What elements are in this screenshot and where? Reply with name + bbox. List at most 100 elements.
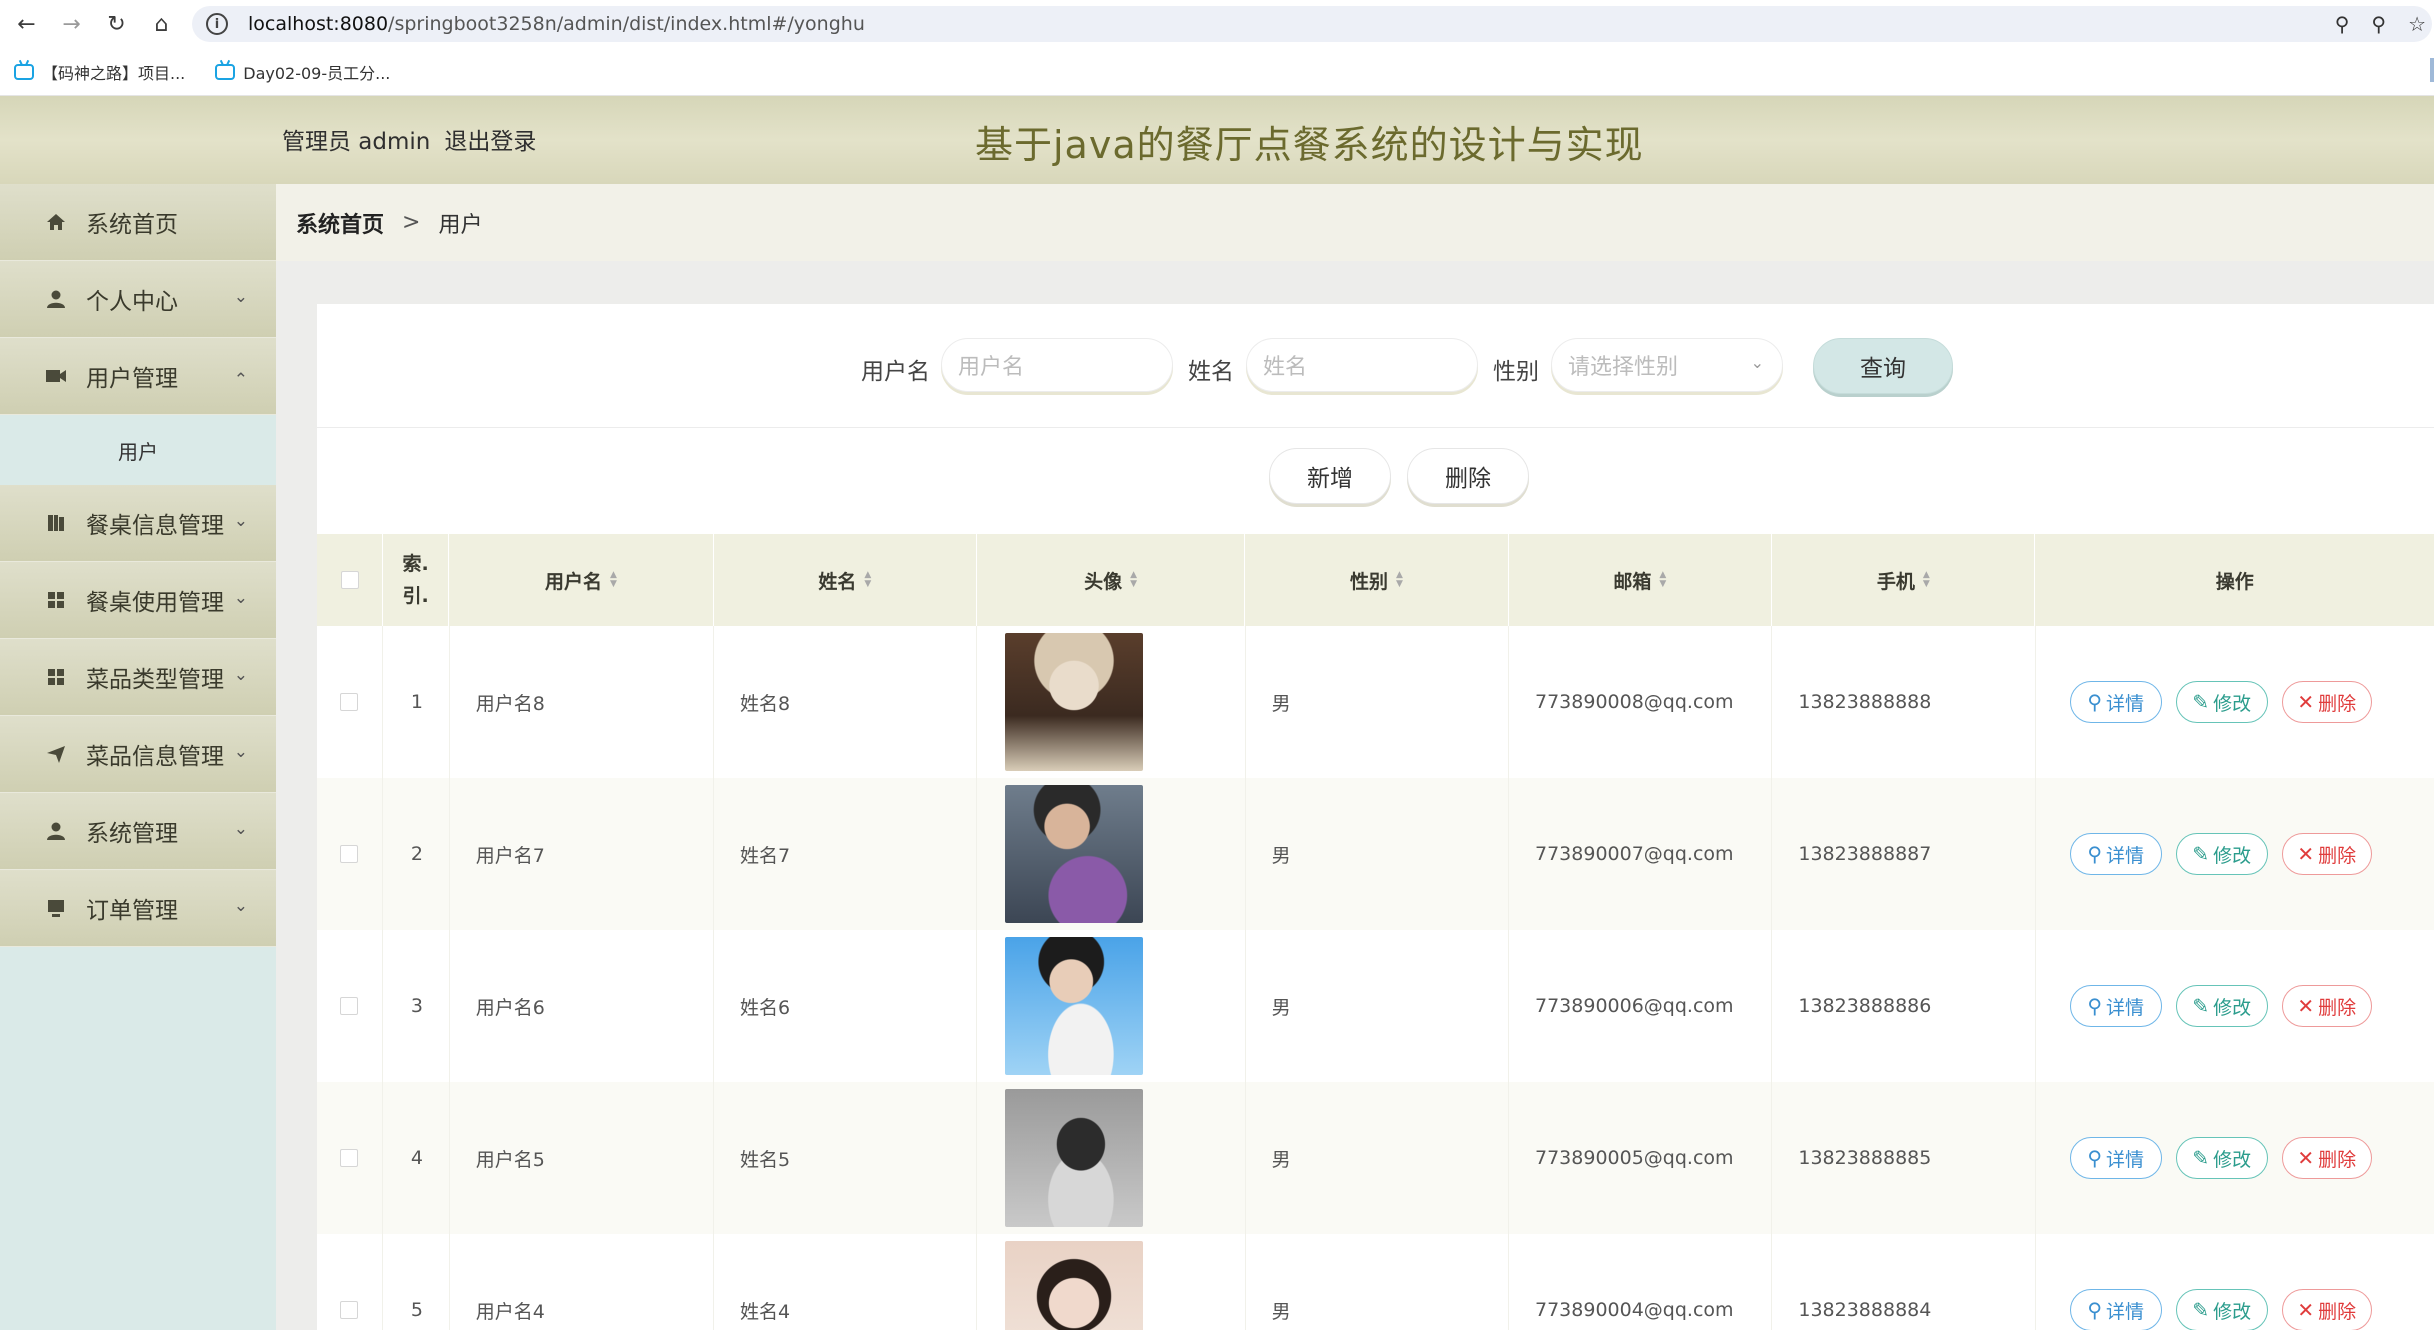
sidebar-item-home[interactable]: 系统首页 bbox=[0, 184, 276, 261]
sort-icon[interactable]: ▲ ▼ bbox=[610, 571, 617, 589]
key-icon[interactable]: ⚲ bbox=[2335, 12, 2350, 36]
edit-button[interactable]: ✎ 修改 bbox=[2175, 833, 2268, 875]
home-browser-icon[interactable]: ⌂ bbox=[139, 0, 184, 48]
sidebar-item-system[interactable]: 系统管理 ⌄ bbox=[0, 793, 276, 870]
cell-name: 姓名5 bbox=[714, 1082, 978, 1234]
back-icon[interactable]: ← bbox=[4, 0, 49, 48]
cell-gender: 男 bbox=[1246, 1234, 1509, 1330]
gender-select-placeholder: 请选择性别 bbox=[1568, 355, 1679, 380]
sidebar-item-users[interactable]: 用户管理 ⌃ bbox=[0, 338, 276, 415]
row-checkbox[interactable] bbox=[340, 1149, 359, 1167]
select-all-checkbox[interactable] bbox=[340, 571, 359, 589]
edit-button[interactable]: ✎ 修改 bbox=[2175, 985, 2268, 1027]
row-delete-button[interactable]: ✕ 删除 bbox=[2281, 681, 2372, 723]
sidebar-item-orders[interactable]: 订单管理 ⌄ bbox=[0, 870, 276, 947]
sidebar-item-profile[interactable]: 个人中心 ⌄ bbox=[0, 261, 276, 338]
close-icon: ✕ bbox=[2297, 1146, 2315, 1170]
cell-phone: 13823888886 bbox=[1772, 930, 2036, 1082]
row-checkbox[interactable] bbox=[340, 693, 359, 711]
row-checkbox[interactable] bbox=[340, 1301, 359, 1319]
cell-phone: 13823888887 bbox=[1772, 778, 2036, 930]
bookmark-item[interactable]: Day02-09-员工分... bbox=[215, 60, 390, 84]
edit-button[interactable]: ✎ 修改 bbox=[2175, 1137, 2268, 1179]
close-icon: ✕ bbox=[2297, 994, 2315, 1018]
col-avatar[interactable]: 头像 ▲ ▼ bbox=[977, 534, 1246, 626]
cell-gender: 男 bbox=[1246, 1082, 1509, 1234]
sidebar: 系统首页 个人中心 ⌄ 用户管理 ⌃ 用户 餐桌信息管理 ⌄ 餐桌使用管理 ⌄ … bbox=[0, 184, 276, 1330]
sort-icon[interactable]: ▲ ▼ bbox=[864, 571, 871, 589]
add-button[interactable]: 新增 bbox=[1269, 448, 1391, 504]
detail-button[interactable]: ⚲ 详情 bbox=[2069, 1137, 2162, 1179]
sidebar-item-table-usage[interactable]: 餐桌使用管理 ⌄ bbox=[0, 562, 276, 639]
username-input[interactable]: 用户名 bbox=[941, 338, 1173, 392]
row-checkbox[interactable] bbox=[340, 997, 359, 1015]
avatar[interactable] bbox=[1005, 633, 1144, 771]
cell-gender: 男 bbox=[1246, 778, 1509, 930]
bookmark-item[interactable]: 【码神之路】项目... bbox=[14, 60, 185, 84]
sidebar-item-label: 用户管理 bbox=[86, 366, 178, 392]
col-email[interactable]: 邮箱 ▲ ▼ bbox=[1509, 534, 1773, 626]
row-delete-button[interactable]: ✕ 删除 bbox=[2281, 1289, 2372, 1330]
sort-icon[interactable]: ▲ ▼ bbox=[1659, 571, 1666, 589]
detail-button[interactable]: ⚲ 详情 bbox=[2069, 1289, 2162, 1330]
breadcrumb-separator: > bbox=[402, 210, 421, 235]
table-row[interactable]: 4 用户名5 姓名5 男 773890005@qq.com 1382388888… bbox=[317, 1082, 2434, 1234]
table-row[interactable]: 5 用户名4 姓名4 男 773890004@qq.com 1382388888… bbox=[317, 1234, 2434, 1330]
site-info-icon[interactable]: i bbox=[206, 13, 228, 35]
url-path: /springboot3258n/admin/dist/index.html#/… bbox=[388, 13, 865, 35]
row-checkbox[interactable] bbox=[340, 845, 359, 863]
sidebar-item-dish-info[interactable]: 菜品信息管理 ⌄ bbox=[0, 716, 276, 793]
name-input[interactable]: 姓名 bbox=[1246, 338, 1478, 392]
select-all-cell bbox=[317, 534, 384, 626]
gender-select[interactable]: 请选择性别 ⌄ bbox=[1551, 338, 1783, 392]
row-delete-button[interactable]: ✕ 删除 bbox=[2281, 1137, 2372, 1179]
avatar[interactable] bbox=[1005, 937, 1144, 1075]
cell-email: 773890006@qq.com bbox=[1509, 930, 1773, 1082]
row-delete-button[interactable]: ✕ 删除 bbox=[2281, 833, 2372, 875]
sidebar-subitem-user[interactable]: 用户 bbox=[0, 415, 276, 485]
avatar[interactable] bbox=[1005, 1241, 1144, 1330]
sort-icon[interactable]: ▲ ▼ bbox=[1396, 571, 1403, 589]
edit-button[interactable]: ✎ 修改 bbox=[2175, 681, 2268, 723]
sort-icon[interactable]: ▲ ▼ bbox=[1923, 571, 1930, 589]
query-button[interactable]: 查询 bbox=[1813, 338, 1953, 394]
cell-actions: ⚲ 详情 ✎ 修改 ✕ 删除 bbox=[2036, 1082, 2434, 1234]
detail-button[interactable]: ⚲ 详情 bbox=[2069, 681, 2162, 723]
col-index: 索. 引. bbox=[383, 534, 450, 626]
avatar[interactable] bbox=[1005, 1089, 1144, 1227]
table-row[interactable]: 1 用户名8 姓名8 男 773890008@qq.com 1382388888… bbox=[317, 626, 2434, 778]
cell-avatar bbox=[977, 1082, 1246, 1234]
sidebar-item-label: 个人中心 bbox=[86, 289, 178, 315]
cell-index: 3 bbox=[383, 930, 450, 1082]
col-phone[interactable]: 手机 ▲ ▼ bbox=[1772, 534, 2036, 626]
forward-icon[interactable]: → bbox=[49, 0, 94, 48]
name-label: 姓名 bbox=[1188, 359, 1234, 385]
table-row[interactable]: 3 用户名6 姓名6 男 773890006@qq.com 1382388888… bbox=[317, 930, 2434, 1082]
address-icons: ⚲ ⚲ ☆ bbox=[2335, 6, 2432, 42]
reload-icon[interactable]: ↻ bbox=[94, 0, 139, 48]
cell-actions: ⚲ 详情 ✎ 修改 ✕ 删除 bbox=[2036, 1234, 2434, 1330]
person-icon bbox=[44, 287, 68, 311]
url-text[interactable]: localhost:8080/springboot3258n/admin/dis… bbox=[248, 13, 865, 35]
address-bar[interactable]: i localhost:8080/springboot3258n/admin/d… bbox=[192, 6, 2432, 42]
sort-icon[interactable]: ▲ ▼ bbox=[1130, 571, 1137, 589]
table-row[interactable]: 2 用户名7 姓名7 男 773890007@qq.com 1382388888… bbox=[317, 778, 2434, 930]
star-icon[interactable]: ☆ bbox=[2408, 12, 2426, 36]
col-label: 邮箱 bbox=[1613, 570, 1652, 593]
chevron-down-icon: ⌄ bbox=[233, 588, 248, 608]
app-title: 基于java的餐厅点餐系统的设计与实现 bbox=[975, 123, 1644, 167]
delete-button[interactable]: 删除 bbox=[1407, 448, 1529, 504]
avatar[interactable] bbox=[1005, 785, 1144, 923]
zoom-icon[interactable]: ⚲ bbox=[2371, 12, 2386, 36]
edit-button[interactable]: ✎ 修改 bbox=[2175, 1289, 2268, 1330]
col-username[interactable]: 用户名 ▲ ▼ bbox=[449, 534, 714, 626]
detail-button[interactable]: ⚲ 详情 bbox=[2069, 833, 2162, 875]
row-delete-button[interactable]: ✕ 删除 bbox=[2281, 985, 2372, 1027]
col-gender[interactable]: 性别 ▲ ▼ bbox=[1245, 534, 1509, 626]
logout-link[interactable]: 退出登录 bbox=[444, 122, 536, 156]
sidebar-item-dish-type[interactable]: 菜品类型管理 ⌄ bbox=[0, 639, 276, 716]
breadcrumb-home[interactable]: 系统首页 bbox=[296, 207, 384, 239]
sidebar-item-table-info[interactable]: 餐桌信息管理 ⌄ bbox=[0, 485, 276, 562]
col-name[interactable]: 姓名 ▲ ▼ bbox=[714, 534, 977, 626]
detail-button[interactable]: ⚲ 详情 bbox=[2069, 985, 2162, 1027]
